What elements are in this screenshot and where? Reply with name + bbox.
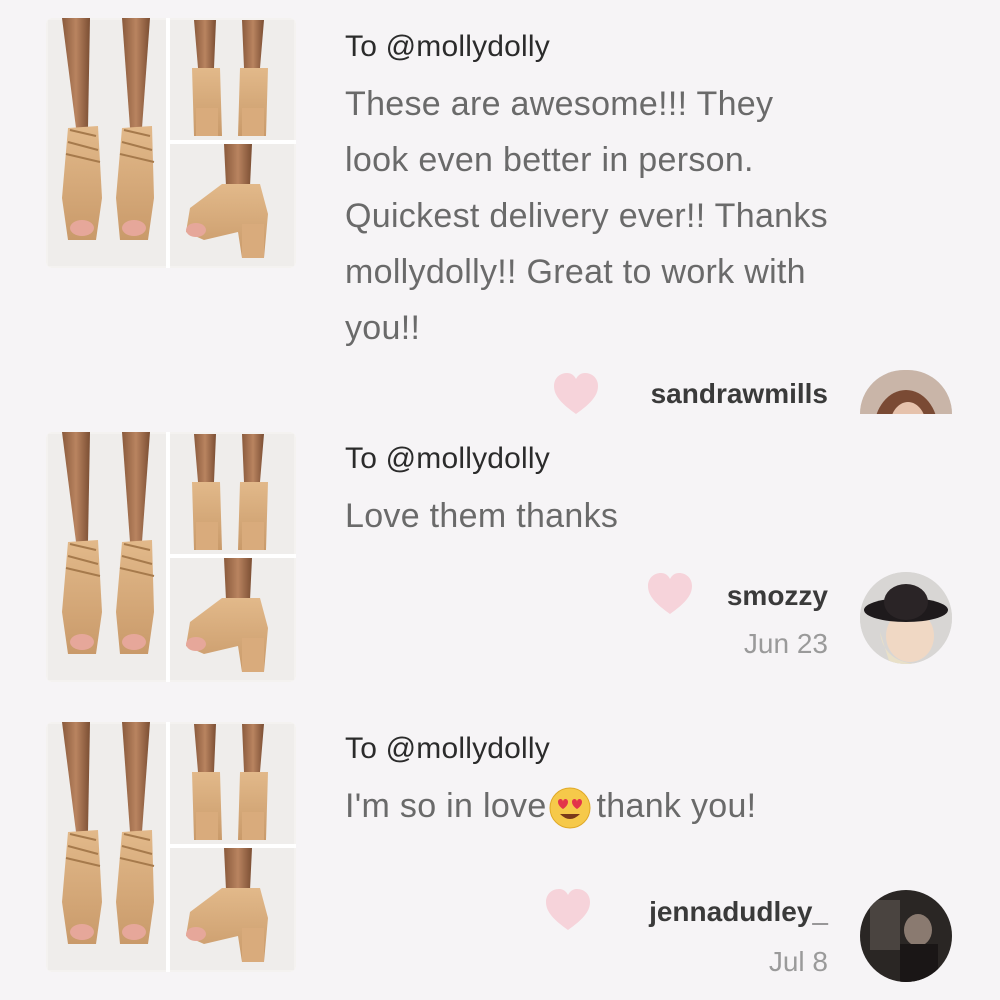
like-heart-icon[interactable]: [544, 888, 592, 932]
review-message: These are awesome!!! They look even bett…: [345, 76, 965, 356]
product-photo[interactable]: [46, 18, 296, 268]
message-text: thank you!: [596, 787, 757, 825]
message-line: look even better in person.: [345, 141, 754, 179]
message-line: mollydolly!! Great to work with: [345, 253, 806, 291]
reviewer-avatar[interactable]: [860, 370, 952, 414]
product-photo[interactable]: [46, 432, 296, 682]
message-line: Love them thanks: [345, 497, 619, 535]
reviewer-username[interactable]: jennadudley_: [649, 896, 828, 928]
review-date: Jul 8: [768, 946, 828, 977]
review-recipient: To @mollydolly: [345, 732, 550, 765]
review-message: Love them thanks: [345, 488, 965, 544]
message-line: These are awesome!!! They: [345, 85, 774, 123]
heart-eyes-emoji-icon: [549, 787, 591, 829]
review-date: Jun 23: [743, 628, 828, 659]
reviews-feed: To @mollydolly These are awesome!!! They…: [0, 0, 1000, 1000]
review-recipient: To @mollydolly: [345, 442, 550, 475]
message-line: Quickest delivery ever!! Thanks: [345, 197, 828, 235]
review-recipient: To @mollydolly: [345, 30, 550, 63]
message-line: you!!: [345, 309, 421, 347]
product-photo[interactable]: [46, 722, 296, 972]
reviewer-username[interactable]: smozzy: [727, 580, 828, 612]
like-heart-icon[interactable]: [552, 372, 600, 416]
reviewer-avatar[interactable]: [860, 572, 952, 664]
review-message: I'm so in love thank you!: [345, 778, 965, 834]
reviewer-avatar[interactable]: [860, 890, 952, 982]
message-text: I'm so in love: [345, 787, 547, 825]
reviewer-username[interactable]: sandrawmills: [651, 378, 828, 410]
like-heart-icon[interactable]: [646, 572, 694, 616]
